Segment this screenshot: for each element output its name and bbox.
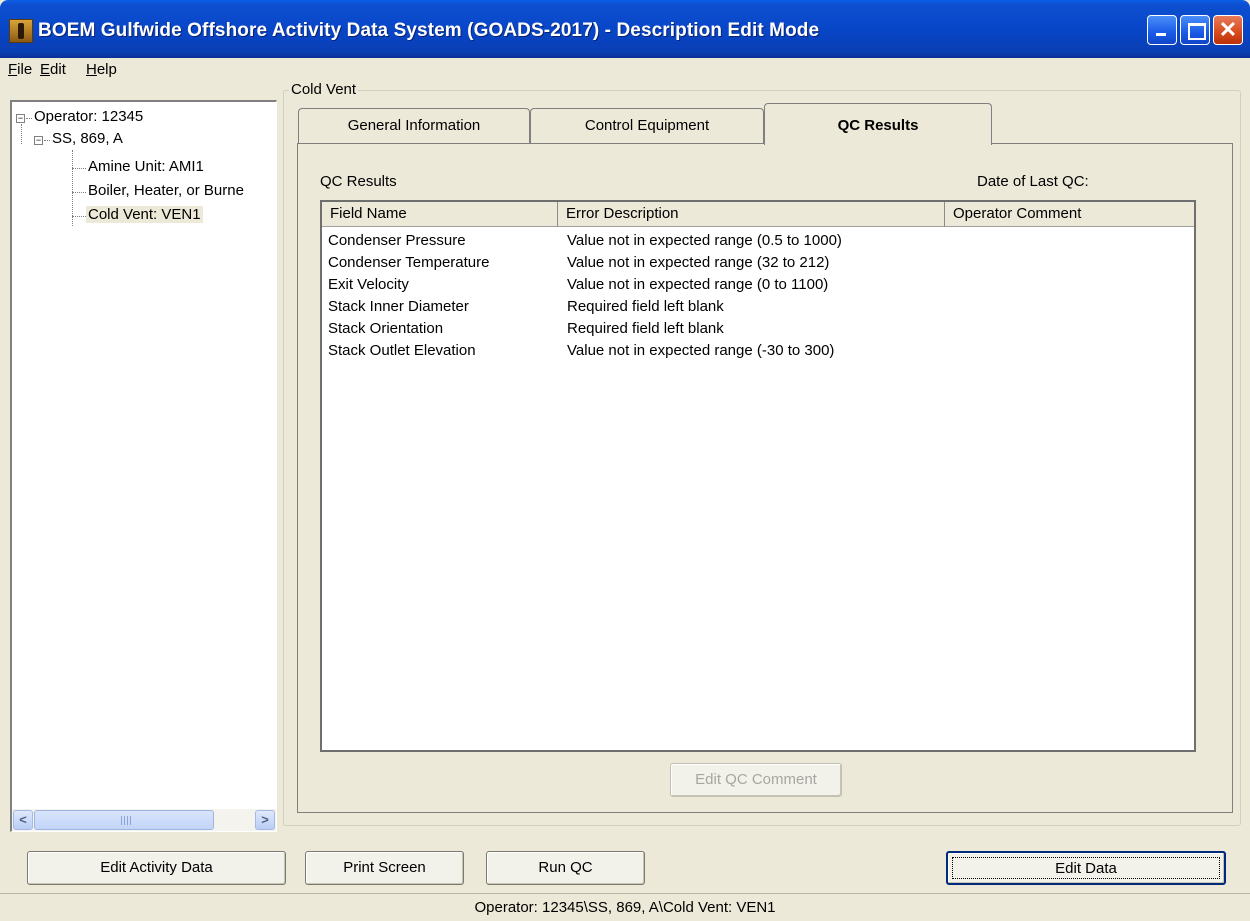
tree-view[interactable]: − Operator: 12345 − SS, 869, A Amine Uni… [10,100,277,832]
tab-qc-results[interactable]: QC Results [764,103,992,145]
cell-field-name: Condenser Temperature [328,254,490,271]
cell-error-description: Value not in expected range (-30 to 300) [567,342,835,359]
menu-edit[interactable]: Edit [40,61,66,78]
close-button[interactable]: ✕ [1213,15,1243,45]
tree-node-platform[interactable]: SS, 869, A [52,130,123,147]
minimize-button[interactable] [1147,15,1177,45]
table-header: Field Name Error Description Operator Co… [322,202,1194,227]
status-bar: Operator: 12345\SS, 869, A\Cold Vent: VE… [0,893,1250,920]
collapse-icon[interactable]: − [34,136,43,145]
edit-activity-data-button[interactable]: Edit Activity Data [27,851,286,885]
qc-results-label: QC Results [320,173,397,190]
print-screen-button[interactable]: Print Screen [305,851,464,885]
menu-file[interactable]: File [8,61,32,78]
scroll-right-icon[interactable]: > [255,810,275,830]
horizontal-scrollbar[interactable]: < > [12,809,276,831]
scroll-thumb[interactable] [34,810,214,830]
column-header-error-description[interactable]: Error Description [558,202,945,227]
tab-control-equipment[interactable]: Control Equipment [530,108,764,144]
cell-error-description: Required field left blank [567,320,724,337]
app-icon [9,19,33,43]
close-icon: ✕ [1218,17,1238,42]
group-label: Cold Vent [289,81,359,98]
tab-general-information[interactable]: General Information [298,108,530,144]
tree-node-amine-unit[interactable]: Amine Unit: AMI1 [88,158,204,175]
title-bar[interactable]: BOEM Gulfwide Offshore Activity Data Sys… [0,0,1250,58]
qc-results-table[interactable]: Field Name Error Description Operator Co… [320,200,1196,752]
tree-node-boiler[interactable]: Boiler, Heater, or Burne [88,182,244,199]
date-of-last-qc-label: Date of Last QC: [977,173,1089,190]
tree-node-cold-vent[interactable]: Cold Vent: VEN1 [86,206,203,223]
cell-error-description: Value not in expected range (32 to 212) [567,254,830,271]
column-header-field-name[interactable]: Field Name [322,202,558,227]
column-header-operator-comment[interactable]: Operator Comment [945,202,1194,227]
collapse-icon[interactable]: − [16,114,25,123]
tree-node-operator[interactable]: Operator: 12345 [34,108,143,125]
run-qc-button[interactable]: Run QC [486,851,645,885]
window-title: BOEM Gulfwide Offshore Activity Data Sys… [38,20,820,41]
cell-error-description: Required field left blank [567,298,724,315]
menu-help[interactable]: Help [86,61,117,78]
edit-data-button[interactable]: Edit Data [946,851,1226,885]
cell-field-name: Stack Inner Diameter [328,298,469,315]
cell-field-name: Stack Orientation [328,320,444,337]
cell-field-name: Condenser Pressure [328,232,466,249]
menu-bar: File Edit Help [0,58,1250,84]
cell-field-name: Exit Velocity [328,276,409,293]
scroll-left-icon[interactable]: < [13,810,33,830]
cell-error-description: Value not in expected range (0 to 1100) [567,276,829,293]
cell-error-description: Value not in expected range (0.5 to 1000… [567,232,842,249]
maximize-button[interactable] [1180,15,1210,45]
cell-field-name: Stack Outlet Elevation [328,342,476,359]
edit-qc-comment-button[interactable]: Edit QC Comment [670,763,842,797]
